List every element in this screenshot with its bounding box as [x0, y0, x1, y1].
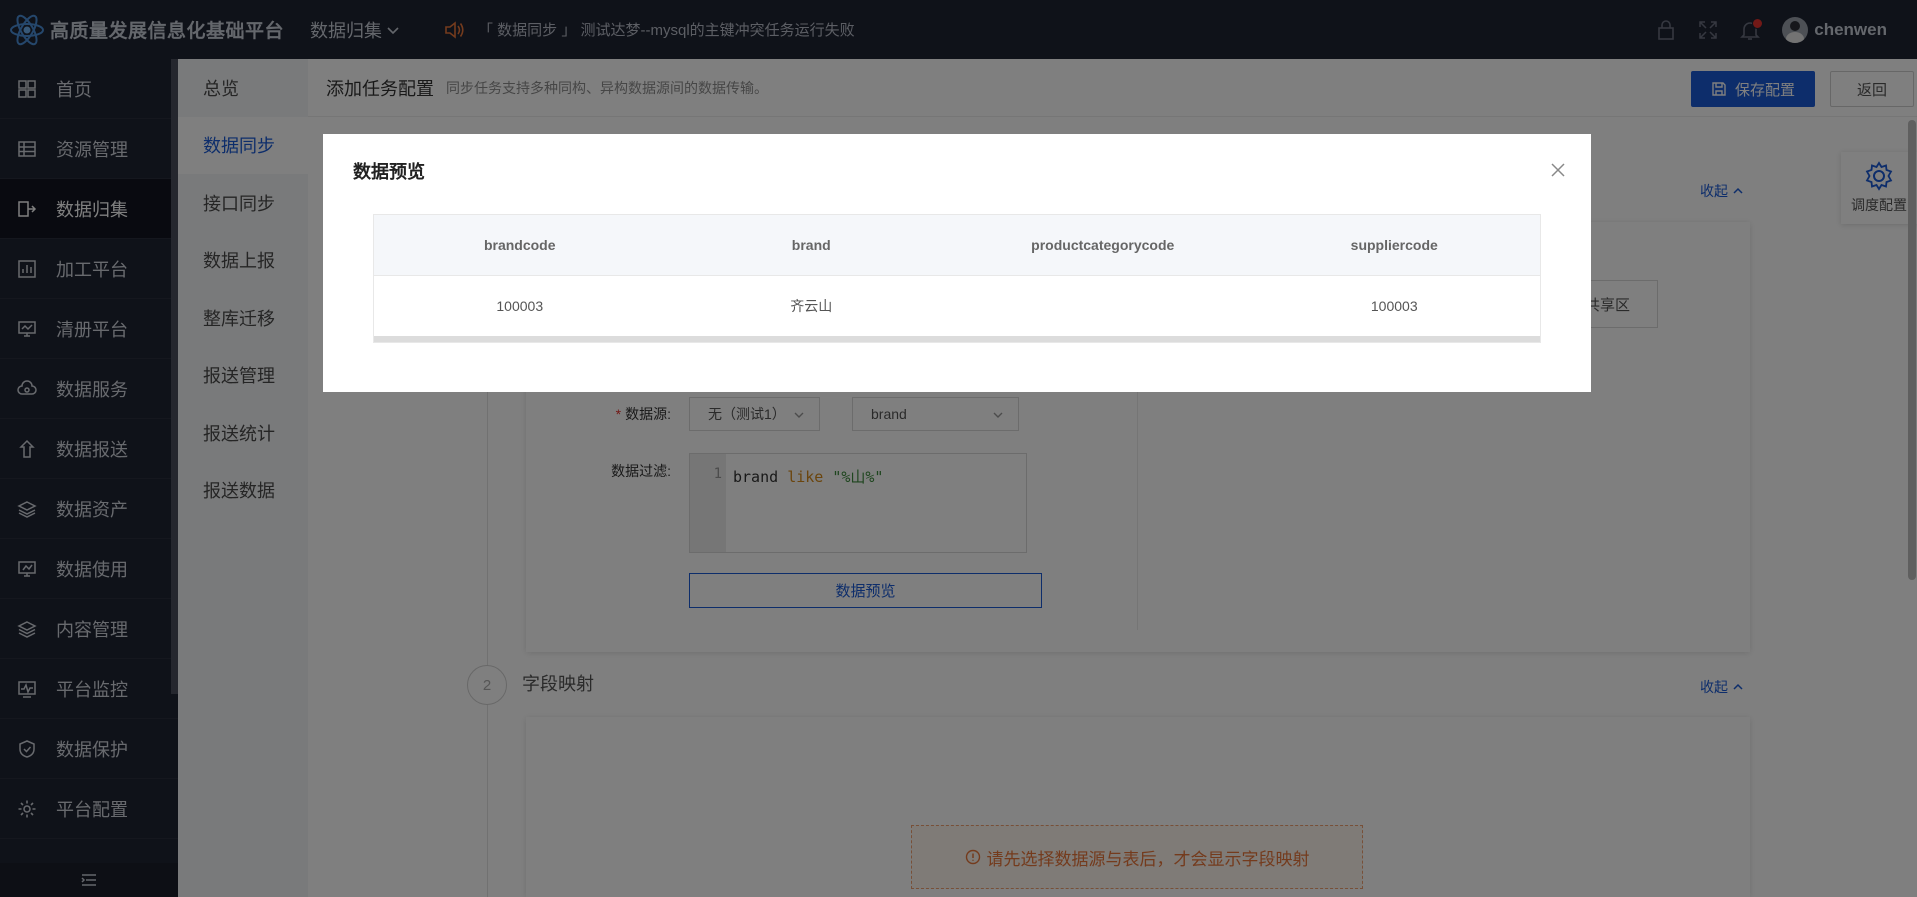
table-header: brandcode brand productcategorycode supp… [374, 215, 1540, 276]
table-cell: 100003 [496, 298, 544, 314]
close-icon[interactable] [1546, 158, 1570, 182]
data-preview-modal: 数据预览 brandcode brand productcategorycode… [323, 134, 1591, 392]
modal-title: 数据预览 [353, 162, 425, 182]
table-cell: 齐云山 [790, 298, 833, 314]
preview-table: brandcode brand productcategorycode supp… [373, 214, 1541, 343]
table-row: 100003 齐云山 100003 [374, 276, 1540, 336]
table-cell: 100003 [1370, 298, 1418, 314]
column-header[interactable]: brand [666, 215, 958, 275]
column-header[interactable]: suppliercode [1249, 215, 1541, 275]
table-cell [957, 276, 1249, 336]
column-header[interactable]: productcategorycode [957, 215, 1249, 275]
table-horizontal-scrollbar[interactable] [374, 336, 1540, 342]
column-header[interactable]: brandcode [374, 215, 666, 275]
